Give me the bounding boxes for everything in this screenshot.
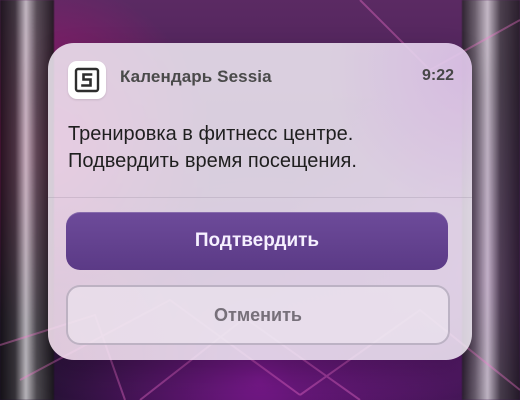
message-line-2: Подвердить время посещения. [68,150,357,172]
app-name: Календарь Sessia [120,67,272,86]
notification-time: 9:22 [421,67,454,84]
cancel-button[interactable]: Отменить [66,285,450,345]
confirm-button[interactable]: Подтвердить [66,212,448,270]
notification-message: Тренировка в фитнесс центре. Подвердить … [68,121,448,175]
action-divider [48,197,472,198]
notification-header: Календарь Sessia 9:22 [68,61,454,99]
message-line-1: Тренировка в фитнесс центре. [68,123,354,145]
calendar-s-icon [68,61,106,99]
notification-screen: Календарь Sessia 9:22 Тренировка в фитне… [0,0,520,400]
notification-card: Календарь Sessia 9:22 Тренировка в фитне… [48,43,472,360]
